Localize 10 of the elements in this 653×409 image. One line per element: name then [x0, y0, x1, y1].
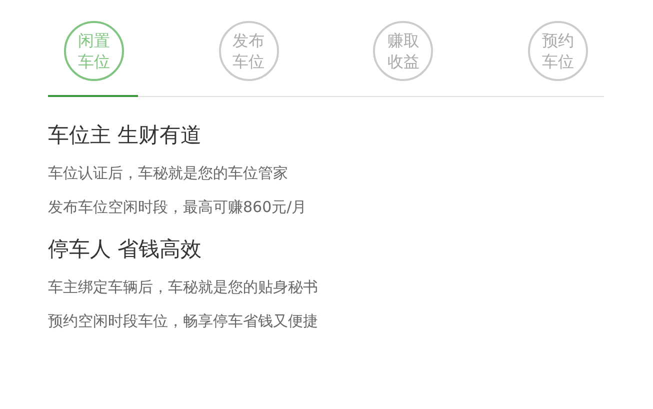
tab[interactable]: 发布车位 — [218, 21, 279, 81]
description-text: 车主绑定车辆后，车秘就是您的贴身秘书 — [48, 277, 318, 297]
tab[interactable]: 闲置车位 — [64, 21, 124, 81]
tab[interactable]: 赚取收益 — [373, 21, 434, 81]
description-text: 车位认证后，车秘就是您的车位管家 — [48, 163, 288, 183]
description-text: 发布车位空闲时段，最高可赚860元/月 — [48, 197, 307, 217]
section-heading: 停车人 省钱高效 — [48, 236, 202, 263]
description-text: 预约空闲时段车位，畅享停车省钱又便捷 — [48, 311, 318, 331]
tab[interactable]: 预约车位 — [528, 21, 588, 81]
section-heading: 车位主 生财有道 — [48, 122, 202, 149]
